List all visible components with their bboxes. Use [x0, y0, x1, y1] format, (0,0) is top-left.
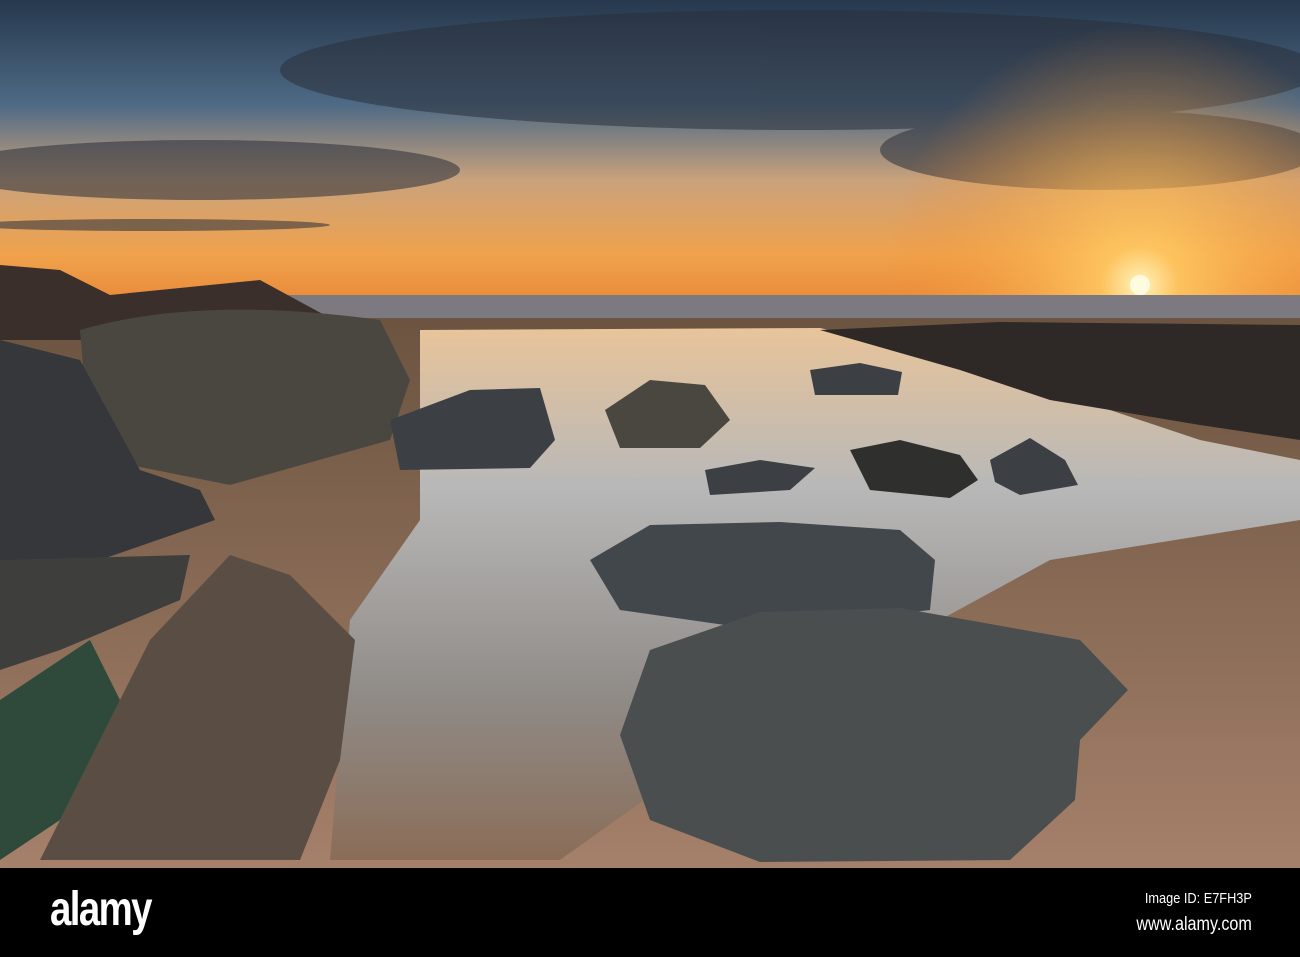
sun — [1130, 275, 1150, 295]
watermark-footer: alamy Image ID: E7FH3P www.alamy.com — [0, 868, 1300, 957]
alamy-logo[interactable]: alamy — [50, 882, 152, 937]
stock-photo-page: alamy Image ID: E7FH3P www.alamy.com — [0, 0, 1300, 957]
site-url-link[interactable]: www.alamy.com — [1137, 914, 1252, 936]
image-id: Image ID: E7FH3P — [1144, 890, 1252, 907]
beach-sunset-photo — [0, 0, 1300, 868]
